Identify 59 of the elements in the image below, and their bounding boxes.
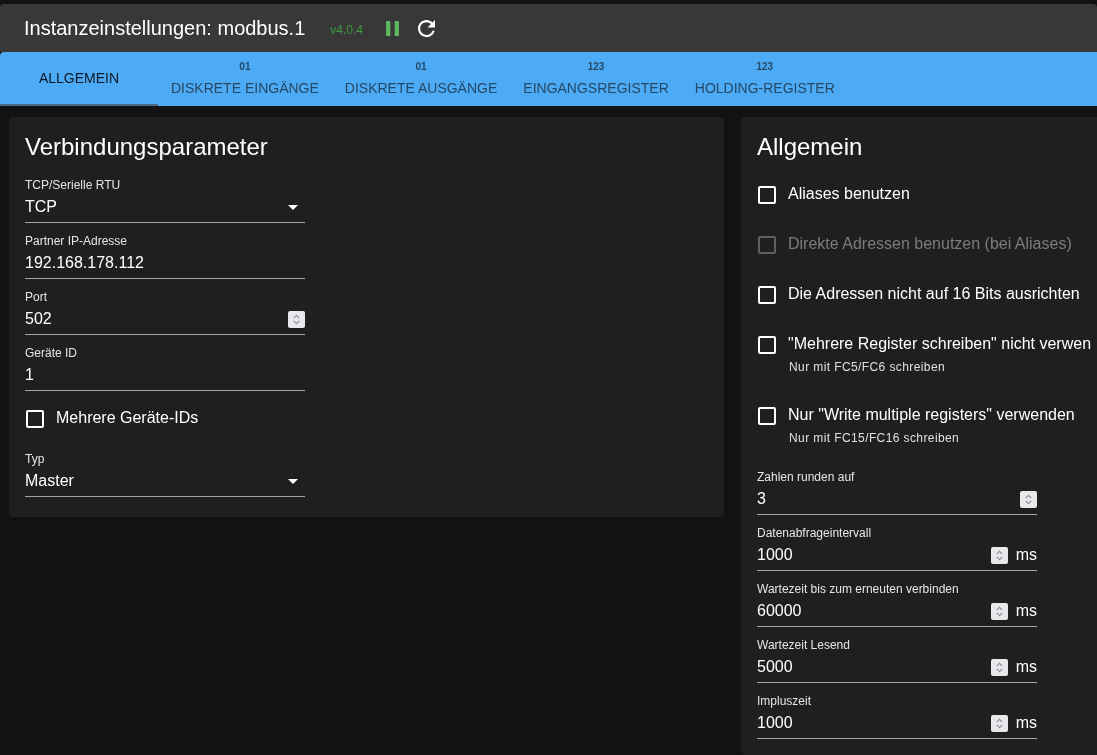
select-field[interactable]: Master <box>25 469 305 497</box>
tab[interactable]: 01 DISKRETE AUSGÄNGE <box>331 52 511 106</box>
checkbox-label: "Mehrere Register schreiben" nicht verwen <box>788 334 1092 354</box>
number-field[interactable]: 1000 ms <box>757 543 1037 571</box>
field-label: Geräte ID <box>25 346 79 360</box>
field-label: Impluszeit <box>757 694 813 708</box>
chevron-up-down-icon <box>1024 493 1033 505</box>
checkbox-hint: Nur mit FC5/FC6 schreiben <box>789 360 947 374</box>
window-title: Instanzeinstellungen: modbus.1 <box>24 16 306 41</box>
chevron-up-down-icon <box>994 661 1004 673</box>
checkbox-label: Nur "Write multiple registers" verwenden <box>788 405 1075 425</box>
field-label: Partner IP-Adresse <box>25 234 129 248</box>
number-field[interactable]: 60000 ms <box>757 599 1037 627</box>
checkbox-hint: Nur mit FC15/FC16 schreiben <box>789 431 961 445</box>
caret-down-icon <box>288 478 298 484</box>
number-field[interactable]: 1000 ms <box>757 711 1037 739</box>
version-label: v4.0.4 <box>330 22 363 39</box>
stepper-button[interactable] <box>990 658 1008 676</box>
chevron-up-down-icon <box>994 549 1004 561</box>
field-label: Wartezeit Lesend <box>757 638 851 652</box>
field-label: Wartezeit bis zum erneuten verbinden <box>757 582 960 596</box>
unit-label: ms <box>1015 545 1037 565</box>
field-label: Port <box>25 290 48 304</box>
chevron-up-down-icon <box>994 605 1004 617</box>
checkbox-label: Mehrere Geräte-IDs <box>56 408 199 428</box>
stepper-button[interactable] <box>990 602 1008 620</box>
chevron-up-down-icon <box>994 717 1004 729</box>
field-label: Datenabfrageintervall <box>757 526 873 540</box>
text-field[interactable]: 192.168.178.112 <box>25 251 305 279</box>
text-field[interactable]: 1 <box>25 363 305 391</box>
pause-button[interactable] <box>386 20 399 36</box>
number-field[interactable]: 3 <box>757 487 1037 515</box>
stepper-button[interactable] <box>990 714 1008 732</box>
stepper-button[interactable] <box>1020 490 1037 508</box>
number-field[interactable]: 502 <box>25 307 305 335</box>
chevron-up-down-icon <box>292 313 301 325</box>
pause-icon <box>386 20 399 36</box>
unit-label: ms <box>1015 601 1037 621</box>
field-label: TCP/Serielle RTU <box>25 178 122 192</box>
section-title: Allgemein <box>757 133 864 161</box>
refresh-button[interactable] <box>418 19 435 37</box>
stepper-button[interactable] <box>288 310 305 328</box>
tab[interactable]: 123 EINGANGSREGISTER <box>510 52 682 106</box>
refresh-icon <box>418 19 435 37</box>
checkbox-label: Direkte Adressen benutzen (bei Aliases) <box>788 234 1072 254</box>
section-title: Verbindungsparameter <box>25 133 269 161</box>
checkbox-label: Aliases benutzen <box>788 184 910 204</box>
select-field[interactable]: TCP <box>25 195 305 223</box>
unit-label: ms <box>1015 657 1037 677</box>
tab[interactable]: 123 HOLDING-REGISTER <box>681 52 848 106</box>
field-label: Zahlen runden auf <box>757 470 856 484</box>
stepper-button[interactable] <box>990 546 1008 564</box>
caret-down-icon <box>288 204 298 210</box>
checkbox-label: Die Adressen nicht auf 16 Bits ausrichten <box>788 284 1080 304</box>
number-field[interactable]: 5000 ms <box>757 655 1037 683</box>
field-label: Typ <box>25 452 46 466</box>
unit-label: ms <box>1015 713 1037 733</box>
tab[interactable]: ALLGEMEIN <box>0 52 158 106</box>
tab[interactable]: 01 DISKRETE EINGÄNGE <box>158 52 332 106</box>
